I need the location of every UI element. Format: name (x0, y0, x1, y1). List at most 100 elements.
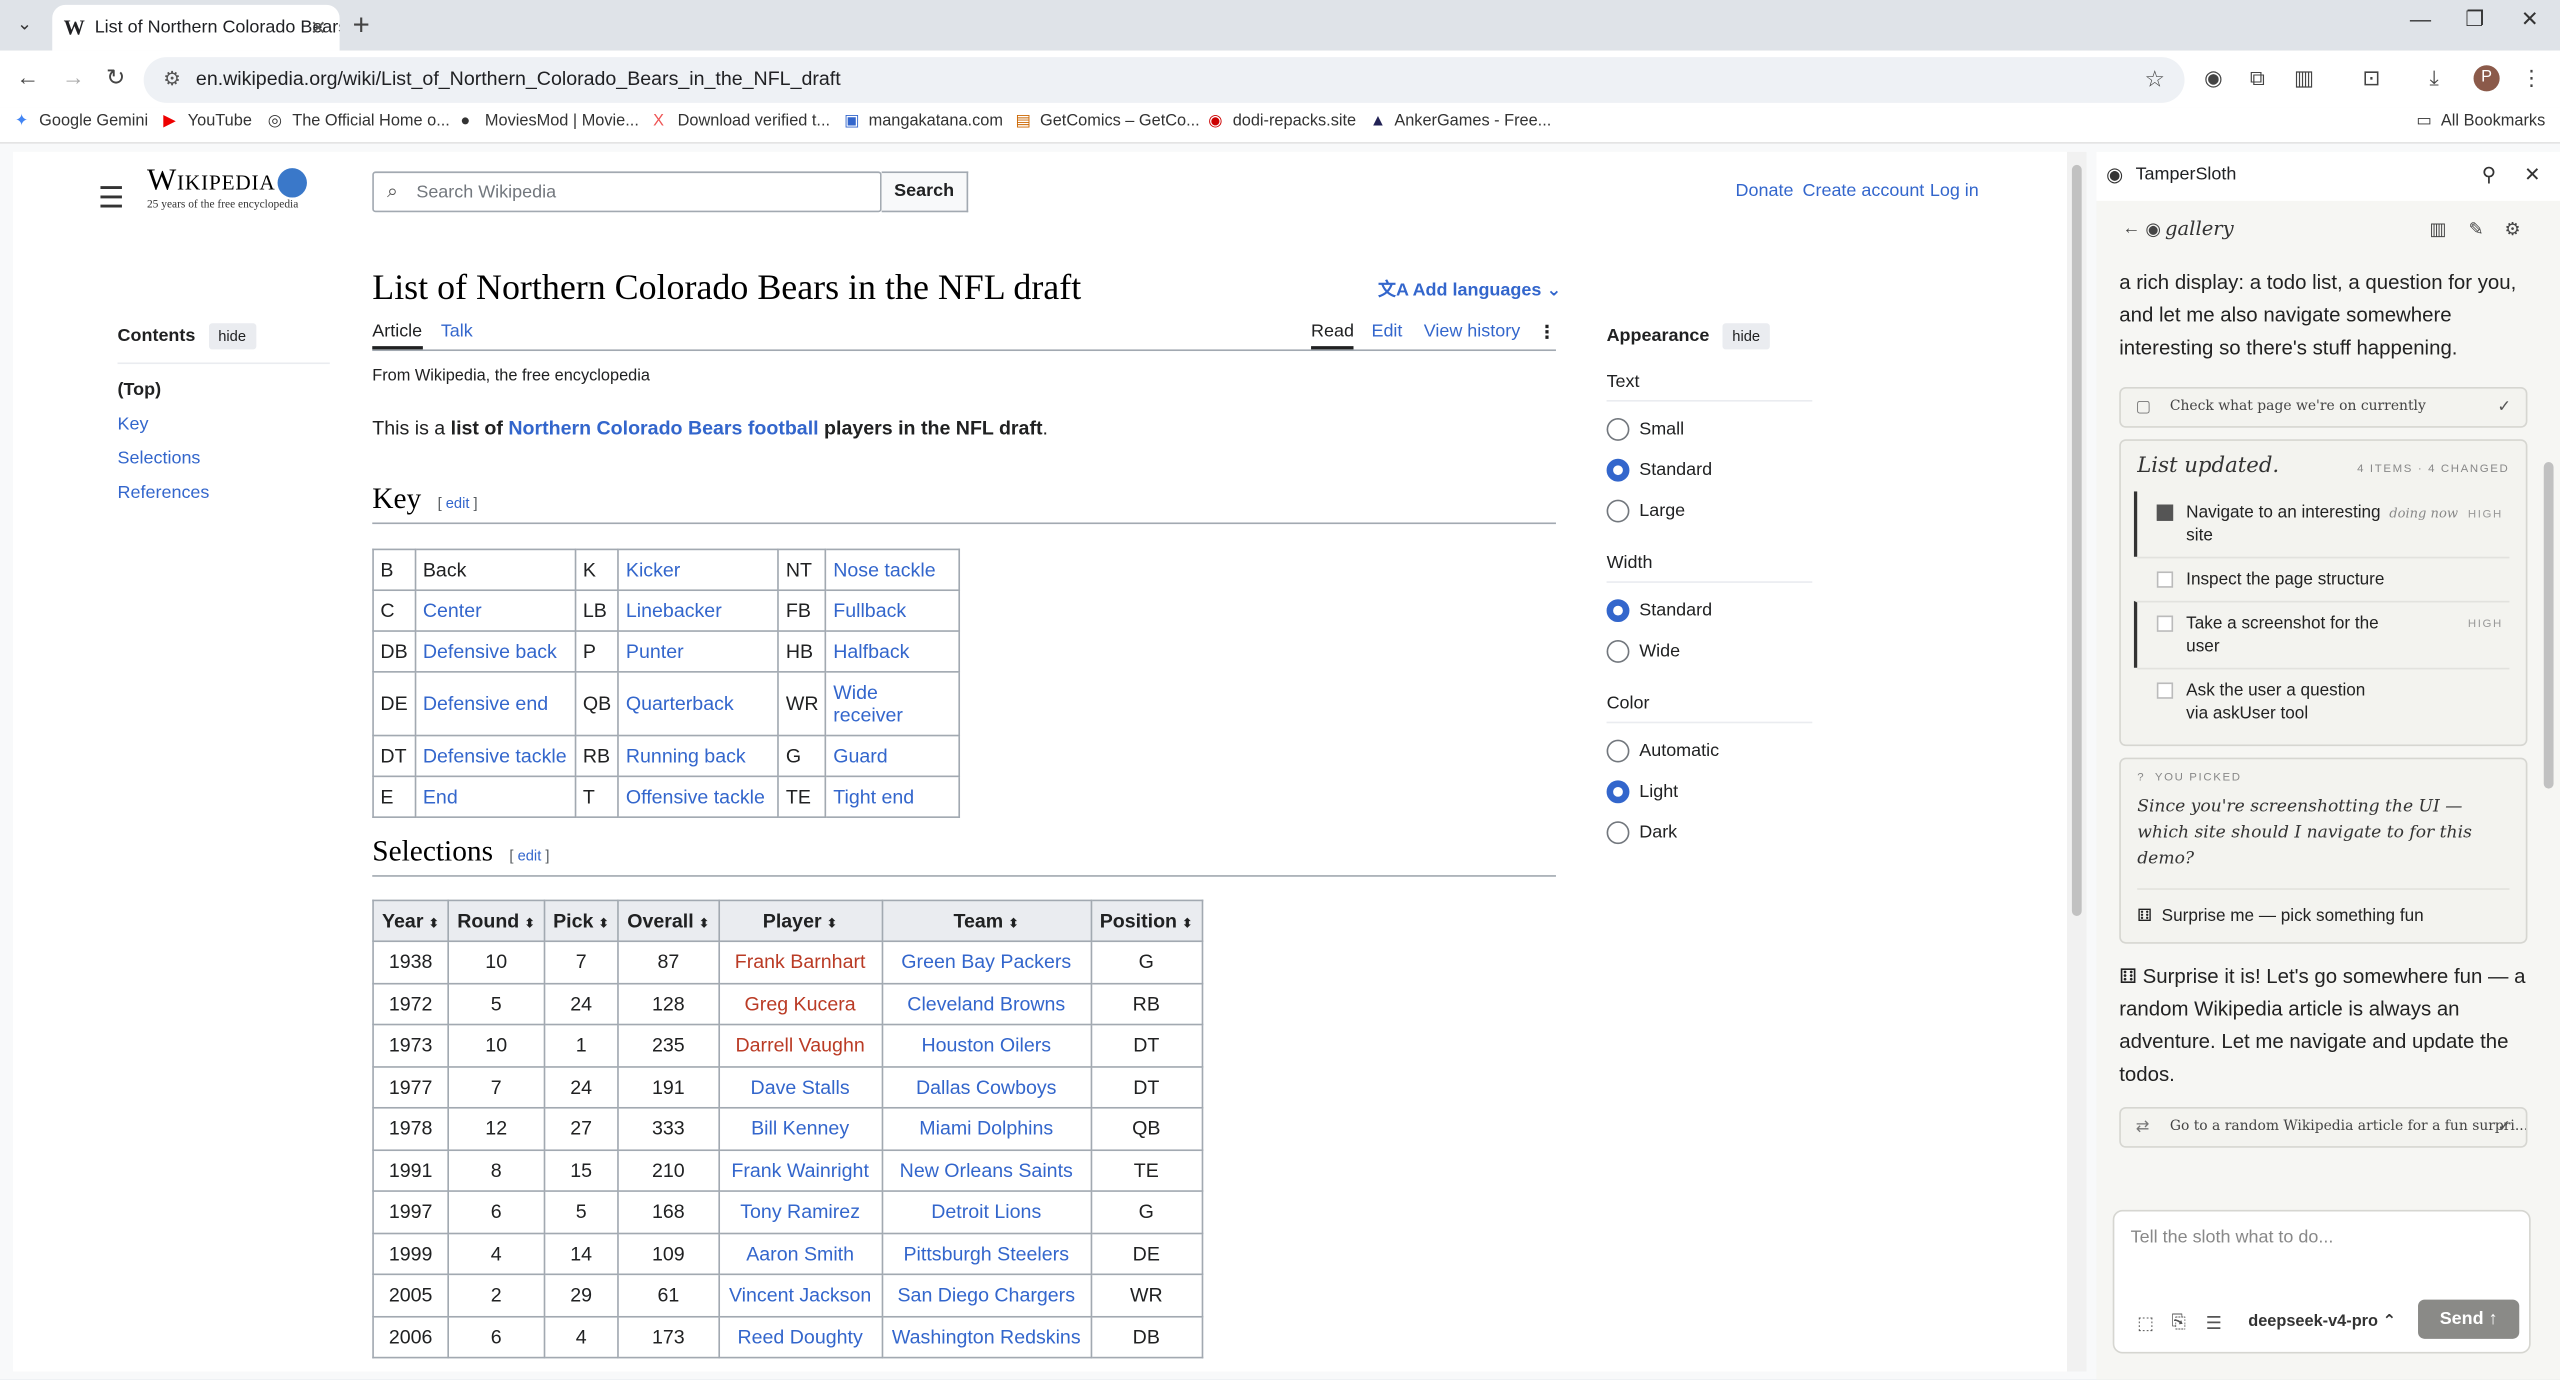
column-header[interactable]: Year ⬍ (372, 899, 450, 943)
text-size-option-standard[interactable]: Standard (1606, 458, 1813, 483)
sort-icon[interactable]: ⬍ (524, 916, 535, 931)
bookmark-gemini[interactable]: ✦ Google Gemini (15, 113, 148, 131)
toc-hide-button[interactable]: hide (208, 323, 256, 350)
cell-team-link[interactable]: Green Bay Packers (880, 940, 1092, 984)
key-position-name[interactable]: Quarterback (617, 671, 780, 737)
restore-icon[interactable]: ❐ (2465, 7, 2484, 33)
key-position-name[interactable]: Fullback (825, 589, 961, 632)
all-bookmarks[interactable]: ▭ All Bookmarks (2416, 113, 2545, 131)
create-account-link[interactable]: Create account (1803, 181, 1925, 201)
tab-edit[interactable]: Edit (1371, 322, 1402, 342)
tool-call-card[interactable]: ▢ Check what page we're on currently ✓ (2119, 386, 2528, 428)
side-panel-icon[interactable]: ▥ (2294, 65, 2314, 91)
color-option-automatic[interactable]: Automatic (1606, 739, 1813, 764)
panel-close-icon[interactable]: ✕ (2524, 163, 2540, 186)
key-position-name[interactable]: Kicker (617, 548, 780, 592)
login-link[interactable]: Log in (1930, 181, 1979, 201)
key-position-name[interactable]: Offensive tackle (617, 775, 780, 818)
tab-read[interactable]: Read (1311, 322, 1354, 350)
window-close-icon[interactable]: ✕ (2521, 7, 2539, 33)
more-tools-icon[interactable]: ⋮ (1538, 322, 1556, 343)
column-header[interactable]: Pick ⬍ (543, 899, 620, 943)
bookmark-moviesmod[interactable]: ● MoviesMod | Movie... (460, 113, 638, 131)
bookmark-youtube[interactable]: ▶ YouTube (163, 113, 252, 131)
width-option-wide[interactable]: Wide (1606, 640, 1813, 664)
tab-article[interactable]: Article (372, 322, 423, 350)
tab-view-history[interactable]: View history (1424, 322, 1521, 342)
bookmark-official-home[interactable]: ◎ The Official Home o... (268, 113, 450, 131)
tab-search-chevron-icon[interactable]: ⌄ (10, 10, 39, 39)
add-languages-button[interactable]: 文A Add languages ⌄ (1378, 276, 1561, 302)
selections-edit-link[interactable]: edit (518, 847, 542, 863)
key-position-name[interactable]: Defensive back (414, 630, 577, 673)
key-edit-link[interactable]: edit (446, 495, 470, 511)
tab-close-icon[interactable]: ✕ (310, 5, 326, 51)
key-position-name[interactable]: Halfback (825, 630, 961, 673)
model-selector[interactable]: deepseek-v4-pro ⌃ (2248, 1313, 2396, 1331)
wikipedia-logo[interactable]: Wikipedia 25 years of the free encyclope… (147, 163, 307, 211)
sort-icon[interactable]: ⬍ (1008, 916, 1019, 931)
cell-player-link[interactable]: Aaron Smith (717, 1231, 883, 1276)
color-option-light[interactable]: Light (1606, 780, 1813, 804)
panel-scrollbar[interactable] (2540, 201, 2556, 1197)
back-arrow-icon[interactable]: ← (2123, 219, 2141, 239)
radio-icon[interactable] (1606, 640, 1630, 663)
todo-list-icon[interactable]: ☰ (2206, 1313, 2222, 1334)
cell-team-link[interactable]: Houston Oilers (880, 1023, 1092, 1067)
cell-team-link[interactable]: Detroit Lions (880, 1190, 1092, 1234)
sort-icon[interactable]: ⬍ (699, 916, 710, 931)
cell-team-link[interactable]: Dallas Cowboys (880, 1065, 1092, 1109)
column-header[interactable]: Position ⬍ (1089, 899, 1203, 943)
toc-item-selections[interactable]: Selections (118, 449, 330, 469)
panel-layout-icon[interactable]: ▥ (2429, 219, 2446, 240)
bookmark-ankergames[interactable]: ▲ AnkerGames - Free... (1370, 113, 1551, 131)
attach-icon[interactable]: ⎘ (2171, 1313, 2185, 1334)
column-header[interactable]: Overall ⬍ (617, 899, 720, 943)
column-header[interactable]: Player ⬍ (717, 899, 883, 943)
cell-player-link[interactable]: Vincent Jackson (717, 1273, 883, 1317)
new-tab-icon[interactable]: + (353, 8, 370, 42)
search-input[interactable] (416, 177, 858, 208)
key-position-name[interactable]: Nose tackle (825, 548, 961, 592)
extensions-puzzle-icon[interactable]: ⧉ (2250, 65, 2265, 91)
key-position-name[interactable]: Punter (617, 630, 780, 673)
northern-colorado-football-link[interactable]: Northern Colorado Bears football (508, 416, 818, 439)
menu-kebab-icon[interactable]: ⋮ (2521, 65, 2542, 91)
checkbox-icon[interactable] (2156, 571, 2174, 588)
bookmark-star-icon[interactable]: ☆ (2144, 65, 2165, 93)
text-size-option-large[interactable]: Large (1606, 499, 1813, 524)
text-size-option-small[interactable]: Small (1606, 417, 1813, 442)
radio-icon[interactable] (1606, 739, 1630, 763)
toc-item-references[interactable]: References (118, 483, 330, 503)
profile-avatar[interactable]: P (2473, 65, 2500, 92)
cell-team-link[interactable]: Washington Redskins (880, 1315, 1092, 1359)
cell-team-link[interactable]: Miami Dolphins (880, 1106, 1092, 1151)
toc-item-key[interactable]: Key (118, 415, 330, 435)
back-icon[interactable]: ← (16, 64, 39, 90)
radio-icon[interactable] (1606, 499, 1630, 523)
cell-player-link[interactable]: Greg Kucera (717, 982, 883, 1026)
browser-tab-active[interactable]: W List of Northern Colorado Bears ✕ (52, 4, 340, 51)
minimize-icon[interactable]: — (2410, 7, 2431, 31)
cell-team-link[interactable]: San Diego Chargers (880, 1273, 1092, 1317)
unpin-icon[interactable]: ⚲ (2482, 163, 2496, 186)
key-position-name[interactable]: Wide receiver (825, 671, 961, 737)
radio-icon[interactable] (1606, 821, 1630, 845)
appearance-hide-button[interactable]: hide (1722, 323, 1770, 350)
extension-eye-icon[interactable]: ◉ (2204, 65, 2223, 91)
cell-player-link[interactable]: Bill Kenney (717, 1106, 883, 1151)
donate-link[interactable]: Donate (1736, 181, 1794, 201)
site-info-icon[interactable]: ⚙ (163, 67, 181, 90)
key-position-name[interactable]: End (414, 775, 577, 818)
sort-icon[interactable]: ⬍ (428, 916, 439, 931)
settings-gear-icon[interactable]: ⚙ (2505, 219, 2521, 240)
cell-team-link[interactable]: Pittsburgh Steelers (880, 1231, 1092, 1276)
cell-player-link[interactable]: Tony Ramirez (717, 1190, 883, 1234)
bookmark-getcomics[interactable]: ▤ GetComics – GetCo... (1016, 113, 1200, 131)
key-position-name[interactable]: Defensive end (414, 671, 577, 737)
sort-icon[interactable]: ⬍ (1182, 916, 1193, 931)
sort-icon[interactable]: ⬍ (827, 916, 838, 931)
bookmark-mangakatana[interactable]: ▣ mangakatana.com (844, 113, 1003, 131)
radio-icon[interactable] (1606, 417, 1630, 441)
reload-icon[interactable]: ↻ (106, 64, 125, 92)
